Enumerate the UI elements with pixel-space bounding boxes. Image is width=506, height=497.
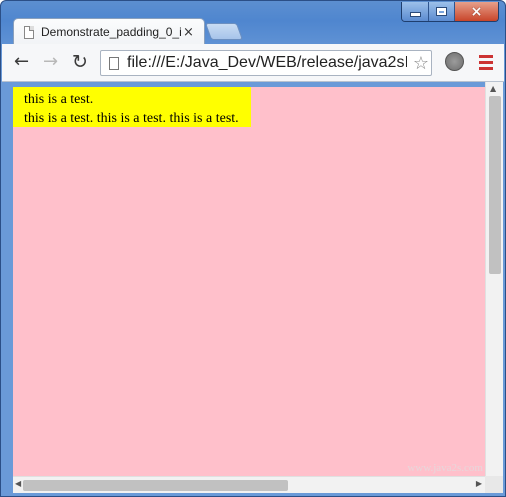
scroll-right-icon[interactable]: ▶ bbox=[476, 479, 482, 488]
horizontal-scrollbar[interactable]: ◀ ▶ bbox=[13, 476, 485, 493]
tab-close-icon[interactable]: × bbox=[183, 25, 194, 40]
horizontal-scroll-thumb[interactable] bbox=[23, 480, 288, 491]
page-icon bbox=[109, 56, 119, 70]
minimize-icon bbox=[409, 12, 421, 17]
vertical-scroll-thumb[interactable] bbox=[489, 96, 501, 274]
tab-active[interactable]: Demonstrate_padding_0_i × bbox=[13, 18, 205, 45]
window-controls: × bbox=[401, 2, 499, 22]
page-content: this is a test. this is a test. this is … bbox=[24, 90, 239, 128]
star-icon[interactable]: ☆ bbox=[413, 53, 429, 74]
back-icon[interactable]: ← bbox=[14, 53, 29, 71]
scroll-left-icon[interactable]: ◀ bbox=[15, 479, 21, 488]
text-line-2: this is a test. this is a test. this is … bbox=[24, 111, 239, 126]
maximize-button[interactable] bbox=[428, 2, 454, 21]
url-text[interactable]: file:///E:/Java_Dev/WEB/release/java2sID bbox=[127, 54, 407, 72]
address-bar[interactable]: file:///E:/Java_Dev/WEB/release/java2sID… bbox=[100, 50, 432, 76]
minimize-button[interactable] bbox=[402, 2, 428, 21]
reload-icon[interactable]: ↻ bbox=[72, 53, 88, 72]
page-viewport: this is a test. this is a test. this is … bbox=[13, 87, 485, 476]
browser-window: × Demonstrate_padding_0_i × ← → ↻ file:/… bbox=[0, 0, 506, 497]
watermark: www.java2s.com bbox=[407, 462, 483, 474]
new-tab-button[interactable] bbox=[204, 23, 244, 40]
tab-title: Demonstrate_padding_0_i bbox=[41, 25, 181, 39]
menu-icon[interactable] bbox=[479, 55, 493, 73]
close-icon: × bbox=[470, 3, 483, 20]
forward-icon[interactable]: → bbox=[43, 53, 58, 71]
extension-icon[interactable] bbox=[445, 52, 464, 71]
scrollbar-corner bbox=[485, 476, 503, 493]
maximize-icon bbox=[436, 7, 447, 16]
page-icon bbox=[24, 25, 34, 39]
text-line-1: this is a test. bbox=[24, 92, 94, 107]
vertical-scrollbar[interactable]: ▲ bbox=[485, 82, 503, 476]
close-window-button[interactable]: × bbox=[454, 2, 498, 21]
scroll-up-icon[interactable]: ▲ bbox=[490, 84, 496, 93]
browser-toolbar: ← → ↻ file:///E:/Java_Dev/WEB/release/ja… bbox=[2, 44, 504, 82]
